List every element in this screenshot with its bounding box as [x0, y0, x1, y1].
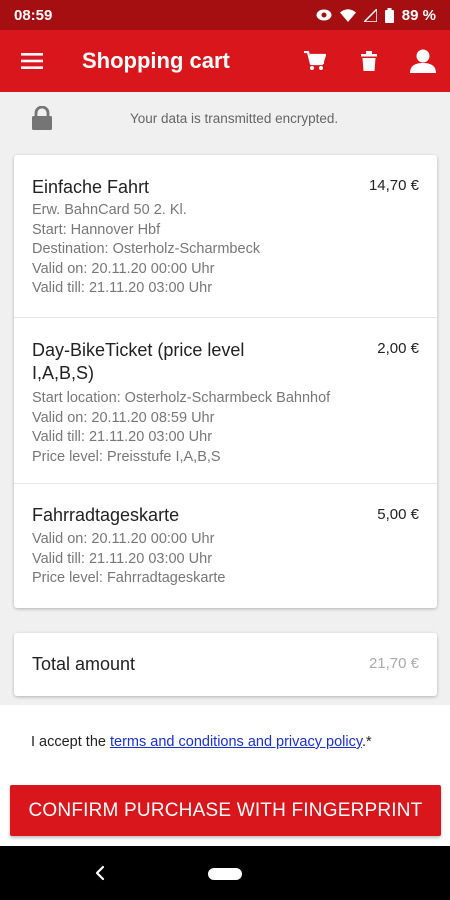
item-detail: Start: Hannover Hbf	[32, 221, 161, 238]
wifi-icon	[339, 8, 356, 22]
menu-button[interactable]	[0, 30, 64, 92]
total-label: Total amount	[32, 654, 136, 674]
item-detail: Erw. BahnCard 50 2. Kl.	[32, 202, 187, 218]
page-title: Shopping cart	[82, 48, 230, 73]
cart-button[interactable]	[288, 30, 342, 92]
item-detail: Start location: Osterholz-Scharmbeck Bah…	[32, 390, 331, 406]
terms-link[interactable]: terms and conditions and privacy policy	[110, 734, 362, 750]
item-detail: Valid till: 21.11.20 03:00 Uhr	[32, 280, 213, 296]
terms-suffix: .*	[362, 734, 372, 750]
item-title: Fahrradtageskarte	[32, 505, 180, 525]
cart-items-card: Einfache Fahrt 14,70 € Erw. BahnCard 50 …	[14, 155, 437, 608]
security-notice: Your data is transmitted encrypted.	[0, 92, 450, 144]
app-bar: Shopping cart	[0, 30, 450, 92]
item-detail: Valid on: 20.11.20 00:00 Uhr	[32, 531, 215, 547]
item-price: 14,70 €	[368, 177, 419, 194]
cart-item[interactable]: Day-BikeTicket (price level I,A,B,S) 2,0…	[14, 318, 437, 484]
item-detail: Valid till: 21.11.20 03:00 Uhr	[32, 429, 213, 445]
trash-icon	[361, 51, 377, 71]
item-detail: Valid till: 21.11.20 03:00 Uhr	[32, 550, 213, 567]
menu-icon	[21, 53, 43, 69]
item-detail: Price level: Preisstufe I,A,B,S	[32, 448, 221, 465]
profile-button[interactable]	[396, 30, 450, 92]
item-price: 2,00 €	[377, 340, 419, 357]
item-detail: Price level: Fahrradtageskarte	[32, 570, 226, 586]
confirm-purchase-button[interactable]: CONFIRM PURCHASE WITH FINGERPRINT	[10, 785, 441, 836]
checkout-footer: I accept the terms and conditions and pr…	[0, 705, 450, 846]
item-title: Day-BikeTicket (price level I,A,B,S)	[32, 340, 245, 383]
item-detail: Destination: Osterholz-Scharmbeck	[32, 241, 261, 257]
item-detail: Valid on: 20.11.20 08:59 Uhr	[32, 409, 215, 426]
cart-item[interactable]: Fahrradtageskarte 5,00 € Valid on: 20.11…	[14, 484, 437, 608]
home-button[interactable]	[208, 868, 242, 880]
terms-prefix: I accept the	[31, 734, 110, 750]
lock-icon	[32, 106, 52, 130]
status-time: 08:59	[14, 6, 53, 24]
status-bar: 08:59 89 %	[0, 0, 450, 30]
security-message: Your data is transmitted encrypted.	[130, 110, 339, 126]
item-title: Einfache Fahrt	[32, 177, 150, 197]
delete-button[interactable]	[342, 30, 396, 92]
battery-icon	[384, 7, 394, 23]
cart-icon	[304, 51, 326, 70]
eye-icon	[316, 9, 332, 21]
total-value: 21,70 €	[368, 655, 419, 672]
battery-level: 89 %	[401, 6, 436, 24]
cart-item[interactable]: Einfache Fahrt 14,70 € Erw. BahnCard 50 …	[14, 155, 437, 318]
item-detail: Valid on: 20.11.20 00:00 Uhr	[32, 260, 215, 277]
user-icon	[410, 49, 436, 73]
total-card: Total amount 21,70 €	[14, 633, 437, 696]
back-icon[interactable]	[90, 863, 110, 883]
item-price: 5,00 €	[377, 506, 419, 523]
signal-icon	[363, 8, 377, 22]
system-nav-bar	[0, 846, 450, 900]
terms-consent[interactable]: I accept the terms and conditions and pr…	[31, 734, 372, 750]
